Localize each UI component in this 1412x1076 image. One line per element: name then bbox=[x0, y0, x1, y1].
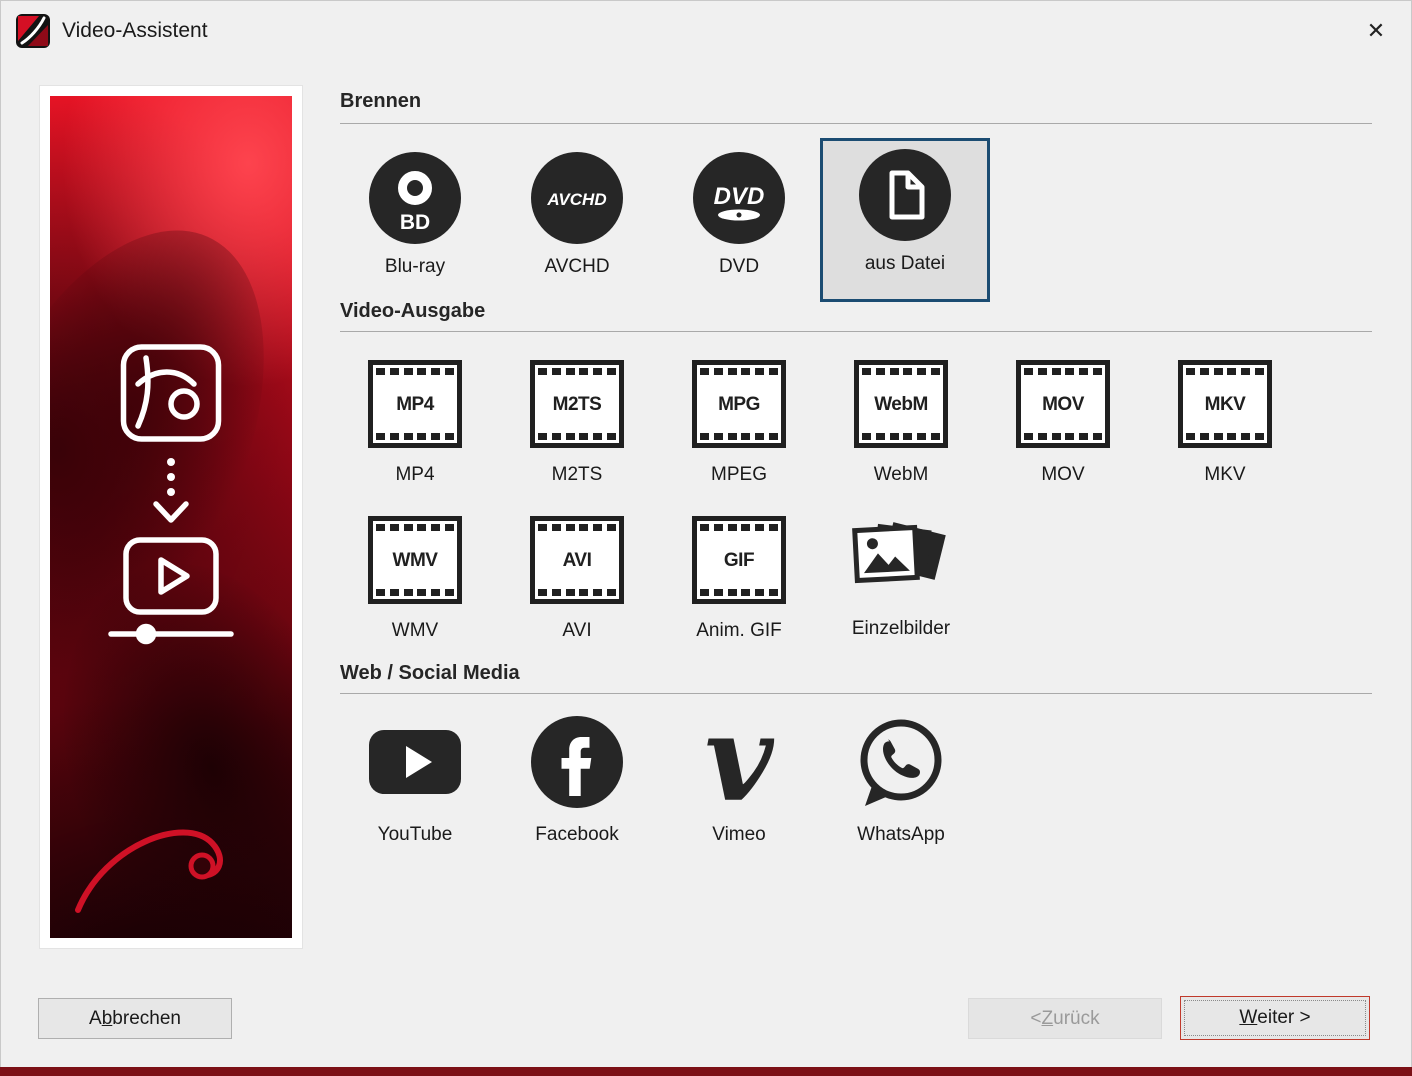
burn-label: aus Datei bbox=[865, 253, 945, 275]
web-label: WhatsApp bbox=[857, 824, 945, 846]
format-label: MKV bbox=[1204, 464, 1245, 486]
burn-options-row: BD Blu-ray AVCHD AVCHD DVD DVD bbox=[334, 138, 990, 302]
back-label: < bbox=[1030, 1008, 1041, 1030]
filmstrip-icon: MKV bbox=[1178, 360, 1272, 448]
divider bbox=[340, 331, 1372, 332]
format-tile-mov[interactable]: MOV MOV bbox=[982, 360, 1144, 486]
video-formats-row-2: WMV WMV AVI AVI GIF Anim. GIF bbox=[334, 516, 982, 642]
format-label: MPEG bbox=[711, 464, 767, 486]
youtube-icon bbox=[369, 716, 461, 808]
flower-stem bbox=[50, 710, 292, 920]
format-label: WMV bbox=[392, 620, 438, 642]
divider bbox=[340, 693, 1372, 694]
format-label: M2TS bbox=[552, 464, 603, 486]
web-label: Facebook bbox=[535, 824, 618, 846]
burn-tile-bluray[interactable]: BD Blu-ray bbox=[334, 138, 496, 302]
avchd-badge-text: AVCHD bbox=[546, 190, 606, 209]
web-tile-facebook[interactable]: Facebook bbox=[496, 716, 658, 846]
filmstrip-format-text: GIF bbox=[700, 551, 778, 570]
format-tile-m2ts[interactable]: M2TS M2TS bbox=[496, 360, 658, 486]
dvd-icon: DVD bbox=[693, 152, 785, 244]
avchd-icon: AVCHD bbox=[531, 152, 623, 244]
section-title-burn: Brennen bbox=[340, 90, 421, 113]
bluray-badge-text: BD bbox=[400, 211, 430, 234]
filmstrip-icon: MP4 bbox=[368, 360, 462, 448]
web-tile-youtube[interactable]: YouTube bbox=[334, 716, 496, 846]
format-label: MP4 bbox=[395, 464, 434, 486]
format-label: WebM bbox=[874, 464, 929, 486]
format-tile-avi[interactable]: AVI AVI bbox=[496, 516, 658, 642]
format-tile-mkv[interactable]: MKV MKV bbox=[1144, 360, 1306, 486]
format-label: Einzelbilder bbox=[852, 618, 950, 640]
burn-tile-avchd[interactable]: AVCHD AVCHD bbox=[496, 138, 658, 302]
web-label: YouTube bbox=[378, 824, 453, 846]
format-label: Anim. GIF bbox=[696, 620, 782, 642]
web-label: Vimeo bbox=[712, 824, 766, 846]
filmstrip-icon: MOV bbox=[1016, 360, 1110, 448]
web-targets-row: YouTube Facebook v Vimeo bbox=[334, 716, 982, 846]
filmstrip-format-text: MP4 bbox=[376, 395, 454, 414]
facebook-icon bbox=[531, 716, 623, 808]
video-assistant-dialog: Video-Assistent ✕ bbox=[0, 0, 1412, 1076]
app-logo-icon bbox=[16, 14, 50, 48]
filmstrip-icon: AVI bbox=[530, 516, 624, 604]
format-tile-anim-gif[interactable]: GIF Anim. GIF bbox=[658, 516, 820, 642]
burn-label: Blu-ray bbox=[385, 256, 445, 278]
arrow-down-icon bbox=[156, 458, 186, 520]
whatsapp-icon bbox=[855, 716, 947, 808]
filmstrip-format-text: MPG bbox=[700, 395, 778, 414]
format-tile-einzelbilder[interactable]: Einzelbilder bbox=[820, 516, 982, 640]
close-icon[interactable]: ✕ bbox=[1354, 12, 1398, 50]
filmstrip-icon: WebM bbox=[854, 360, 948, 448]
section-title-web: Web / Social Media bbox=[340, 662, 520, 685]
filmstrip-icon: M2TS bbox=[530, 360, 624, 448]
format-label: AVI bbox=[562, 620, 591, 642]
section-title-video: Video-Ausgabe bbox=[340, 300, 485, 323]
svg-text:v: v bbox=[705, 716, 775, 808]
web-tile-whatsapp[interactable]: WhatsApp bbox=[820, 716, 982, 846]
dvd-badge-text: DVD bbox=[714, 183, 765, 210]
burn-tile-aus-datei[interactable]: aus Datei bbox=[820, 138, 990, 302]
format-tile-mp4[interactable]: MP4 MP4 bbox=[334, 360, 496, 486]
cancel-button[interactable]: Abbrechen bbox=[38, 998, 232, 1039]
back-button[interactable]: < Zurück bbox=[968, 998, 1162, 1039]
format-tile-wmv[interactable]: WMV WMV bbox=[334, 516, 496, 642]
video-formats-row-1: MP4 MP4 M2TS M2TS MPG MPEG WebM bbox=[334, 360, 1306, 486]
window-title: Video-Assistent bbox=[62, 0, 208, 62]
photo-icon bbox=[124, 347, 219, 439]
web-tile-vimeo[interactable]: v Vimeo bbox=[658, 716, 820, 846]
bluray-icon: BD bbox=[369, 152, 461, 244]
preview-image bbox=[50, 96, 292, 938]
format-label: MOV bbox=[1041, 464, 1084, 486]
burn-tile-dvd[interactable]: DVD DVD bbox=[658, 138, 820, 302]
video-player-icon bbox=[111, 540, 231, 642]
titlebar: Video-Assistent ✕ bbox=[0, 0, 1412, 62]
file-icon bbox=[859, 149, 951, 241]
filmstrip-format-text: M2TS bbox=[538, 395, 616, 414]
burn-label: DVD bbox=[719, 256, 759, 278]
filmstrip-format-text: MKV bbox=[1186, 395, 1264, 414]
filmstrip-format-text: MOV bbox=[1024, 395, 1102, 414]
bottom-accent-bar bbox=[0, 1067, 1412, 1076]
vimeo-icon: v bbox=[693, 716, 785, 808]
burn-label: AVCHD bbox=[544, 256, 609, 278]
workflow-overlay bbox=[86, 344, 256, 684]
filmstrip-icon: GIF bbox=[692, 516, 786, 604]
filmstrip-format-text: WMV bbox=[376, 551, 454, 570]
next-button[interactable]: Weiter > bbox=[1180, 996, 1370, 1040]
filmstrip-icon: WMV bbox=[368, 516, 462, 604]
divider bbox=[340, 123, 1372, 124]
filmstrip-format-text: WebM bbox=[862, 395, 940, 414]
preview-panel bbox=[40, 86, 302, 948]
filmstrip-format-text: AVI bbox=[538, 551, 616, 570]
format-tile-mpeg[interactable]: MPG MPEG bbox=[658, 360, 820, 486]
filmstrip-icon: MPG bbox=[692, 360, 786, 448]
cancel-label: A bbox=[89, 1008, 102, 1030]
photos-stack-icon bbox=[851, 518, 951, 604]
format-tile-webm[interactable]: WebM WebM bbox=[820, 360, 982, 486]
